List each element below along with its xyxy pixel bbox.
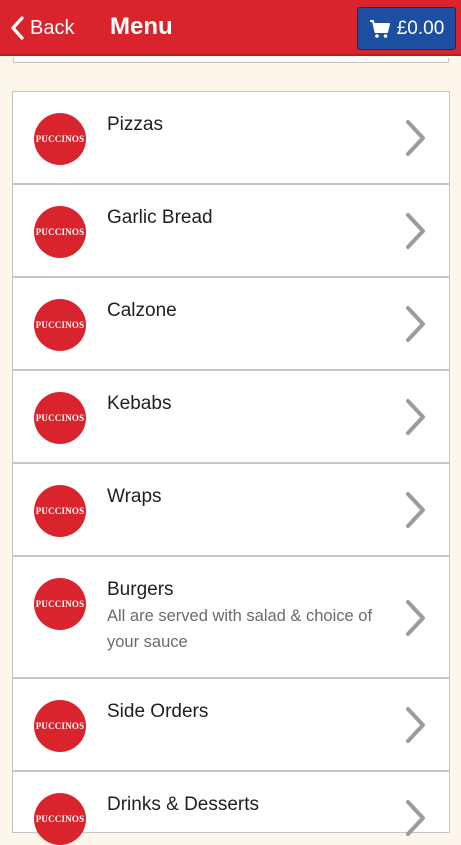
- cart-total: £0.00: [396, 17, 445, 39]
- category-row[interactable]: PUCCINOS Drinks & Desserts: [13, 772, 449, 845]
- category-row[interactable]: PUCCINOS Pizzas: [13, 92, 449, 185]
- category-row[interactable]: PUCCINOS Burgers All are served with salad…: [13, 557, 449, 679]
- puccinos-logo: PUCCINOS: [34, 485, 86, 537]
- logo-text: PUCCINOS: [35, 227, 85, 237]
- puccinos-logo: PUCCINOS: [34, 700, 86, 752]
- chevron-right-icon: [405, 119, 427, 162]
- category-name: Wraps: [107, 486, 162, 507]
- chevron-right-icon: [405, 398, 427, 441]
- puccinos-logo: PUCCINOS: [34, 793, 86, 845]
- category-row[interactable]: PUCCINOS Wraps: [13, 464, 449, 557]
- puccinos-logo: PUCCINOS: [34, 206, 86, 258]
- logo-text: PUCCINOS: [35, 134, 85, 144]
- back-button[interactable]: Back: [10, 12, 74, 44]
- chevron-right-icon: [405, 212, 427, 255]
- chevron-left-icon: [11, 16, 24, 40]
- logo-text: PUCCINOS: [35, 721, 85, 731]
- category-name: Side Orders: [107, 701, 209, 722]
- logo-text: PUCCINOS: [35, 599, 85, 609]
- chevron-right-icon: [405, 706, 427, 749]
- puccinos-logo: PUCCINOS: [34, 299, 86, 351]
- puccinos-logo: PUCCINOS: [34, 113, 86, 165]
- chevron-right-icon: [405, 599, 427, 642]
- app-header: Back Menu £0.00: [0, 0, 461, 56]
- category-row[interactable]: PUCCINOS Side Orders: [13, 679, 449, 772]
- category-name: Pizzas: [107, 114, 163, 135]
- puccinos-logo: PUCCINOS: [34, 578, 86, 630]
- logo-text: PUCCINOS: [35, 814, 85, 824]
- cart-icon: [369, 19, 390, 38]
- puccinos-logo: PUCCINOS: [34, 392, 86, 444]
- logo-text: PUCCINOS: [35, 320, 85, 330]
- category-name: Drinks & Desserts: [107, 794, 260, 815]
- page-title: Menu: [110, 13, 173, 40]
- cart-button[interactable]: £0.00: [357, 7, 456, 50]
- chevron-right-icon: [405, 491, 427, 534]
- logo-text: PUCCINOS: [35, 506, 85, 516]
- category-name: Burgers: [107, 579, 174, 600]
- category-list: PUCCINOS Pizzas PUCCINOS Garlic Bread PUCCIN…: [12, 91, 450, 845]
- category-row[interactable]: PUCCINOS Calzone: [13, 278, 449, 371]
- back-label: Back: [30, 16, 75, 39]
- chevron-right-icon: [405, 305, 427, 348]
- category-row[interactable]: PUCCINOS Garlic Bread: [13, 185, 449, 278]
- search-box-edge: [13, 58, 449, 63]
- category-description: All are served with salad & choice of yo…: [107, 607, 373, 651]
- category-name: Garlic Bread: [107, 207, 213, 228]
- category-row[interactable]: PUCCINOS Kebabs: [13, 371, 449, 464]
- chevron-right-icon: [405, 799, 427, 842]
- category-name: Calzone: [107, 300, 177, 321]
- category-name: Kebabs: [107, 393, 172, 414]
- logo-text: PUCCINOS: [35, 413, 85, 423]
